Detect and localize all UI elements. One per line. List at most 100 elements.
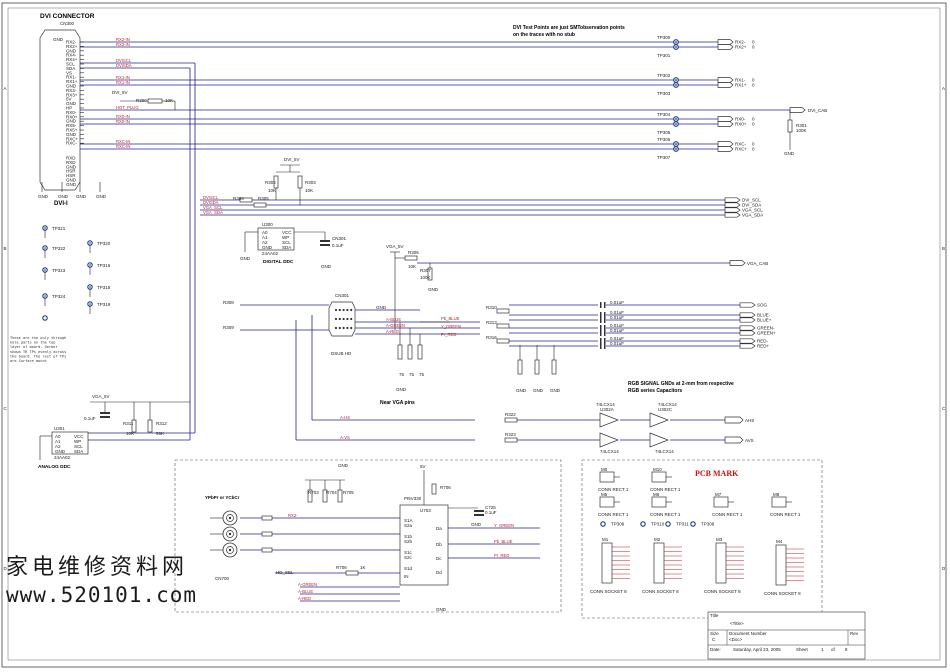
svg-text:S2c: S2c: [404, 555, 413, 560]
dvi-port-connector: [717, 121, 734, 127]
dvi5v-rail: DVI_5V: [284, 157, 300, 162]
test-points-note-2: on the traces with no stub: [513, 32, 575, 38]
mount-label-4: CONN RECT 1: [712, 512, 743, 517]
net-ablue-2: A-BLUE: [298, 589, 313, 594]
vga-pin: [350, 317, 353, 321]
pcb-tp-label-2: TP311: [676, 522, 689, 527]
rgb-cap-value-0: 0.01uF: [610, 300, 624, 305]
socket-connector: [715, 542, 727, 584]
r300-label: R300: [136, 98, 147, 103]
svg-text:5V: 5V: [420, 464, 426, 469]
port-rgb-4: GREEN+: [757, 331, 776, 336]
ruler-right-1: B: [942, 246, 945, 251]
svg-text:IN: IN: [404, 574, 409, 579]
vga-pin: [350, 326, 353, 330]
net-pr-red: Pr_RED: [441, 332, 456, 337]
dvi-i-label: DVI-I: [54, 201, 68, 207]
net-dvi5v-small: DVI_5V: [112, 90, 128, 95]
r302-value: 10K: [268, 188, 276, 193]
r307-gnd: GND: [428, 287, 439, 292]
vga-pin: [350, 308, 353, 312]
buf-ref-1: U302A: [600, 407, 614, 412]
pcb-test-point: [690, 521, 696, 527]
r322-label: R322: [505, 412, 516, 417]
r323-label: R323: [505, 432, 516, 437]
dvi-port-num-1: 0: [752, 45, 755, 50]
net-avs: A-VS: [340, 435, 350, 440]
left-tp-label-3: TP316: [97, 263, 111, 268]
analog-ddc-block: VGA_5V R311 R312 10K 56K 0.1uF U301 24AA…: [38, 394, 190, 470]
dvi-port-3: RX1+: [735, 83, 747, 88]
near-vga-pins-title: Near VGA pins: [380, 400, 415, 406]
sync-buffers: R322 R323 74LCX14 U302A 74LCX14 74LCX14 …: [504, 402, 754, 454]
buf-type-4: 74LCX14: [655, 449, 674, 454]
r-hdsel-value: 1K: [360, 565, 366, 570]
r308-label: R308: [223, 300, 234, 305]
c304-value: 0.1uF: [84, 416, 96, 421]
left-tp-label-0: TP321: [52, 226, 66, 231]
through-hole-footnote: These are the only throughhole parts on …: [10, 336, 66, 363]
net-agreen-2: A-GREEN: [298, 582, 317, 587]
dvi-port-num-7: 0: [752, 147, 755, 152]
net-rx2-b: RX2-IN: [116, 42, 130, 47]
port-ddc-3: VGA_SDA: [742, 213, 763, 218]
net-y-green: Y_GREEN: [441, 324, 461, 329]
vga-gnd-net: GND: [376, 305, 387, 310]
u703-gnd: GND: [436, 607, 447, 612]
dvi-port-num-5: 0: [752, 122, 755, 127]
tb-title-label: Title: [710, 613, 719, 618]
socket-connector: [775, 544, 787, 586]
svg-text:GND: GND: [55, 449, 66, 454]
pcb-test-point: [665, 521, 671, 527]
rgb-gnd-3: GND: [550, 388, 561, 393]
port-rgb-2: BLUE+: [757, 318, 772, 323]
vga-pin: [346, 308, 349, 312]
vga-pin: [334, 317, 338, 321]
schematic-sheet: DVI CONNECTOR CN300 DVI-I RX2-RX2+GNDRX4…: [1, 2, 947, 668]
vga-pin: [346, 326, 349, 330]
pcb-tp-label-3: TP308: [701, 522, 715, 527]
watermark-url: www.520101.com: [6, 583, 197, 607]
buf-ref-3: U302C: [658, 407, 673, 412]
net-pb-blue: Pb_BLUE: [441, 316, 460, 321]
mount-ref-3: M6: [653, 492, 660, 497]
vga-cab-block: VGA_5V R306 10K R307 100K GND: [386, 244, 730, 330]
dvi-tp-label-3: TP303: [657, 91, 671, 96]
socket-connector: [601, 542, 613, 584]
port-avs: AVS: [745, 438, 754, 443]
footnote-line-4: the board. The rest of TPs: [10, 354, 66, 358]
title-block: Title <Title> Size C Document Number <Do…: [707, 611, 866, 660]
pcb-test-point: [600, 521, 606, 527]
net-rxc-b: RXC-IN: [116, 144, 130, 149]
vga5v-rail-2: VGA_5V: [92, 394, 110, 399]
mount-ref-1: M10: [653, 467, 662, 472]
socket-ref-7: M2: [654, 537, 661, 542]
mount-label-3: CONN RECT 1: [650, 512, 681, 517]
analog-ddc-title: ANALOG DDC: [38, 464, 71, 470]
net-hd-sel: HD_SEL: [276, 570, 294, 575]
r306-label: R306: [408, 250, 419, 255]
left-tp-label-5: TP315: [97, 285, 111, 290]
buf-type-2: 74LCX14: [600, 449, 619, 454]
dvi-tp-label-0: TP300: [657, 35, 671, 40]
vga-pin: [338, 308, 341, 312]
buffer-u302b: [599, 432, 619, 448]
socket-label-9: CONN SOCKET 8: [764, 591, 801, 596]
dvi-tp-label-7: TP307: [657, 155, 671, 160]
rgb-cap-value-2: 0.01uF: [610, 315, 624, 320]
digital-ddc-title: DIGITAL DDC: [263, 259, 294, 265]
pcb-mark-title: PCB MARK: [695, 469, 739, 478]
digital-ddc-block: DVI_5V R302 R303 10K 10K R304 R305 U300 …: [233, 157, 347, 269]
r303-label: R303: [305, 180, 316, 185]
r303-value: 10K: [305, 188, 313, 193]
ruler-right-2: C: [942, 406, 946, 411]
rgb-note-2: RGB series Capacitors: [628, 388, 682, 394]
dvi-cab-resistor: R301 100K GND: [784, 110, 807, 156]
svg-text:SDA: SDA: [74, 449, 83, 454]
rgb-inputs: Pb_BLUE Y_GREEN Pr_RED R310 R313 R316 0.…: [420, 300, 776, 394]
rca-jacks: [210, 510, 238, 558]
c725-gnd: GND: [471, 522, 482, 527]
mount-ref-0: M0: [601, 467, 608, 472]
r309-label: R309: [223, 325, 234, 330]
c303-value: 0.1uF: [332, 243, 344, 248]
